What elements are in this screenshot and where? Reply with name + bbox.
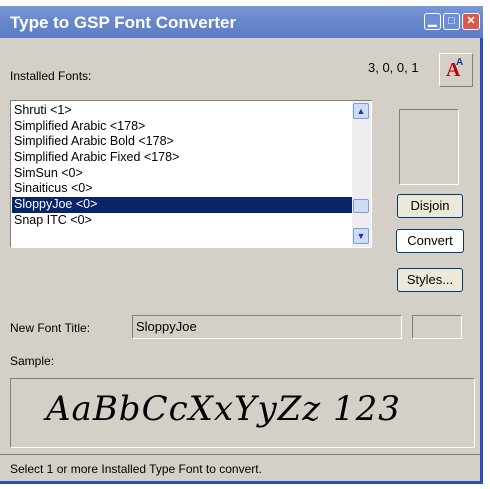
font-list-item[interactable]: SimSun <0> [12,166,352,182]
minimize-icon: ▁ [428,15,437,27]
font-list-item[interactable]: Sinaiticus <0> [12,181,352,197]
scroll-down-arrow-icon[interactable]: ▼ [353,228,369,244]
status-text: Select 1 or more Installed Type Font to … [10,462,262,476]
font-preview-box [399,109,459,185]
installed-fonts-label: Installed Fonts: [10,69,92,83]
version-text: 3, 0, 0, 1 [368,60,419,75]
list-scrollbar[interactable]: ▲ ▼ [352,101,371,247]
window-title: Type to GSP Font Converter [10,13,237,32]
font-list-item[interactable]: Simplified Arabic Fixed <178> [12,150,352,166]
title-bar[interactable]: Type to GSP Font Converter ▁ □ ✕ [0,6,483,38]
maximize-button[interactable]: □ [443,13,460,30]
scroll-thumb[interactable] [353,199,369,213]
installed-fonts-list[interactable]: Shruti <1> Simplified Arabic <178> Simplif… [10,100,372,248]
styles-button[interactable]: Styles... [397,268,463,292]
new-font-title-input[interactable]: SloppyJoe [132,315,402,339]
app-icon-button[interactable]: A A [439,53,473,87]
convert-button[interactable]: Convert [396,229,464,253]
close-icon: ✕ [466,15,476,27]
font-list-item[interactable]: Simplified Arabic Bold <178> [12,134,352,150]
status-bar: Select 1 or more Installed Type Font to … [0,454,480,481]
sample-label: Sample: [10,354,55,368]
converter-window: Type to GSP Font Converter ▁ □ ✕ Install… [0,6,483,484]
scroll-up-arrow-icon[interactable]: ▲ [353,103,369,119]
minimize-button[interactable]: ▁ [424,13,441,30]
font-converter-icon-small-a: A [456,57,464,68]
new-font-title-label: New Font Title: [10,321,91,335]
sample-text: AaBbCcXxYyZz 123 [46,389,401,429]
close-button[interactable]: ✕ [462,13,480,30]
extra-field[interactable] [412,315,462,339]
font-list-item[interactable]: Snap ITC <0> [12,213,352,229]
font-list-item[interactable]: Simplified Arabic <178> [12,119,352,135]
maximize-icon: □ [448,15,455,27]
font-list-items: Shruti <1> Simplified Arabic <178> Simplif… [12,103,352,229]
sample-preview: AaBbCcXxYyZz 123 [10,378,475,448]
font-list-item[interactable]: Shruti <1> [12,103,352,119]
font-list-item[interactable]: SloppyJoe <0> [12,197,352,213]
disjoin-button[interactable]: Disjoin [397,194,463,218]
